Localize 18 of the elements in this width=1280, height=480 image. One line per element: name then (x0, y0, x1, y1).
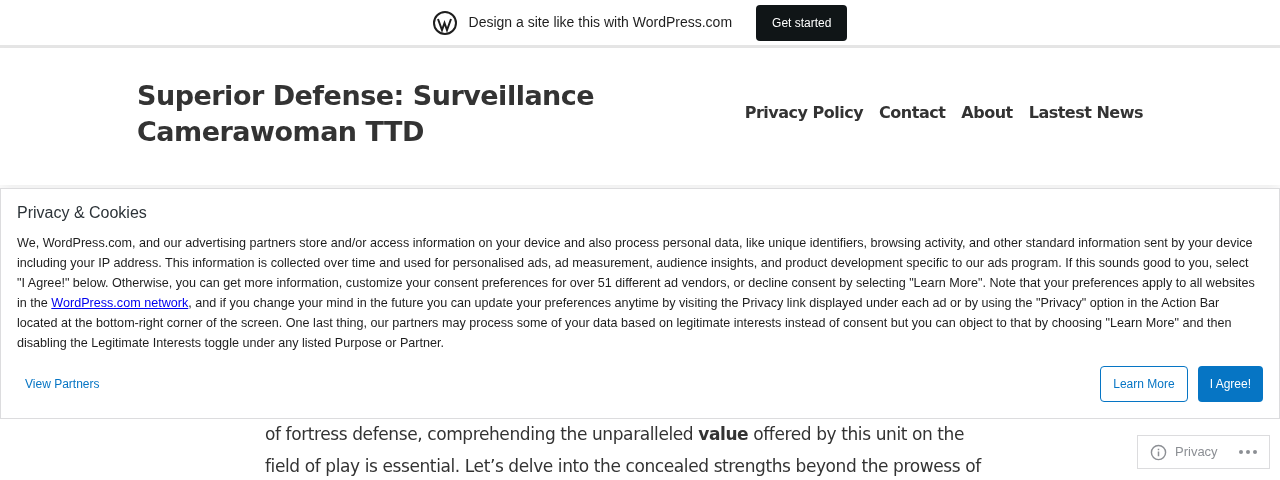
nav-link[interactable]: Privacy Policy (744, 101, 864, 125)
more-icon[interactable] (1239, 450, 1257, 454)
consent-title: Privacy & Cookies (17, 203, 148, 223)
site-title[interactable]: Superior Defense: Surveillance (137, 78, 595, 114)
nav-link[interactable]: Contact (879, 101, 946, 125)
info-icon[interactable] (1150, 443, 1167, 461)
article-text: of fortress defense, comprehending the unparalleled value offered by this unit on the (265, 423, 965, 446)
agree-button[interactable]: I Agree! (1197, 366, 1263, 402)
get-started-button[interactable]: Get started (756, 4, 848, 41)
wordpress-logo-icon (432, 10, 457, 35)
promo-text: Design a site like this with WordPress.com (468, 13, 733, 32)
consent-text: We, WordPress.com, and our advertising partners store and/or access information on your device and also process personal data, like unique identifiers, browsing activity, and other standard information sent by your device including your IP address. This information is collected over time and used for personalised ads, ad measurement, audience insights, and product development specific to our ads program. If this sounds good to you, select "I Agree!" below. Otherwise, you can get more information, customize your consent preferences for over 51 different ad vendors, or decline consent by selecting "Learn More". Note that your preferences apply to all websites in the WordPress.com network, and if you change your mind in the future you can update your preferences anytime by visiting the Privacy link displayed under each ad or by using the "Privacy" option in the Action Bar located at the bottom-right corner of the screen. One last thing, our partners may process some of your data based on legitimate interests instead of consent but you can object to that by choosing "Learn More" and then disabling the Legitimate Interests toggle under any listed Purpose or Partner. (17, 235, 1256, 352)
learn-more-button[interactable]: Learn More (1100, 366, 1188, 402)
view-partners-link[interactable]: View Partners (25, 375, 100, 393)
site-title[interactable]: Camerawoman TTD (137, 114, 595, 150)
nav-link[interactable]: Lastest News (1028, 101, 1143, 125)
article-text: field of play is essential. Let’s delve into the concealed strengths beyond the prowess of (265, 455, 981, 478)
nav-link[interactable]: About (961, 101, 1013, 125)
